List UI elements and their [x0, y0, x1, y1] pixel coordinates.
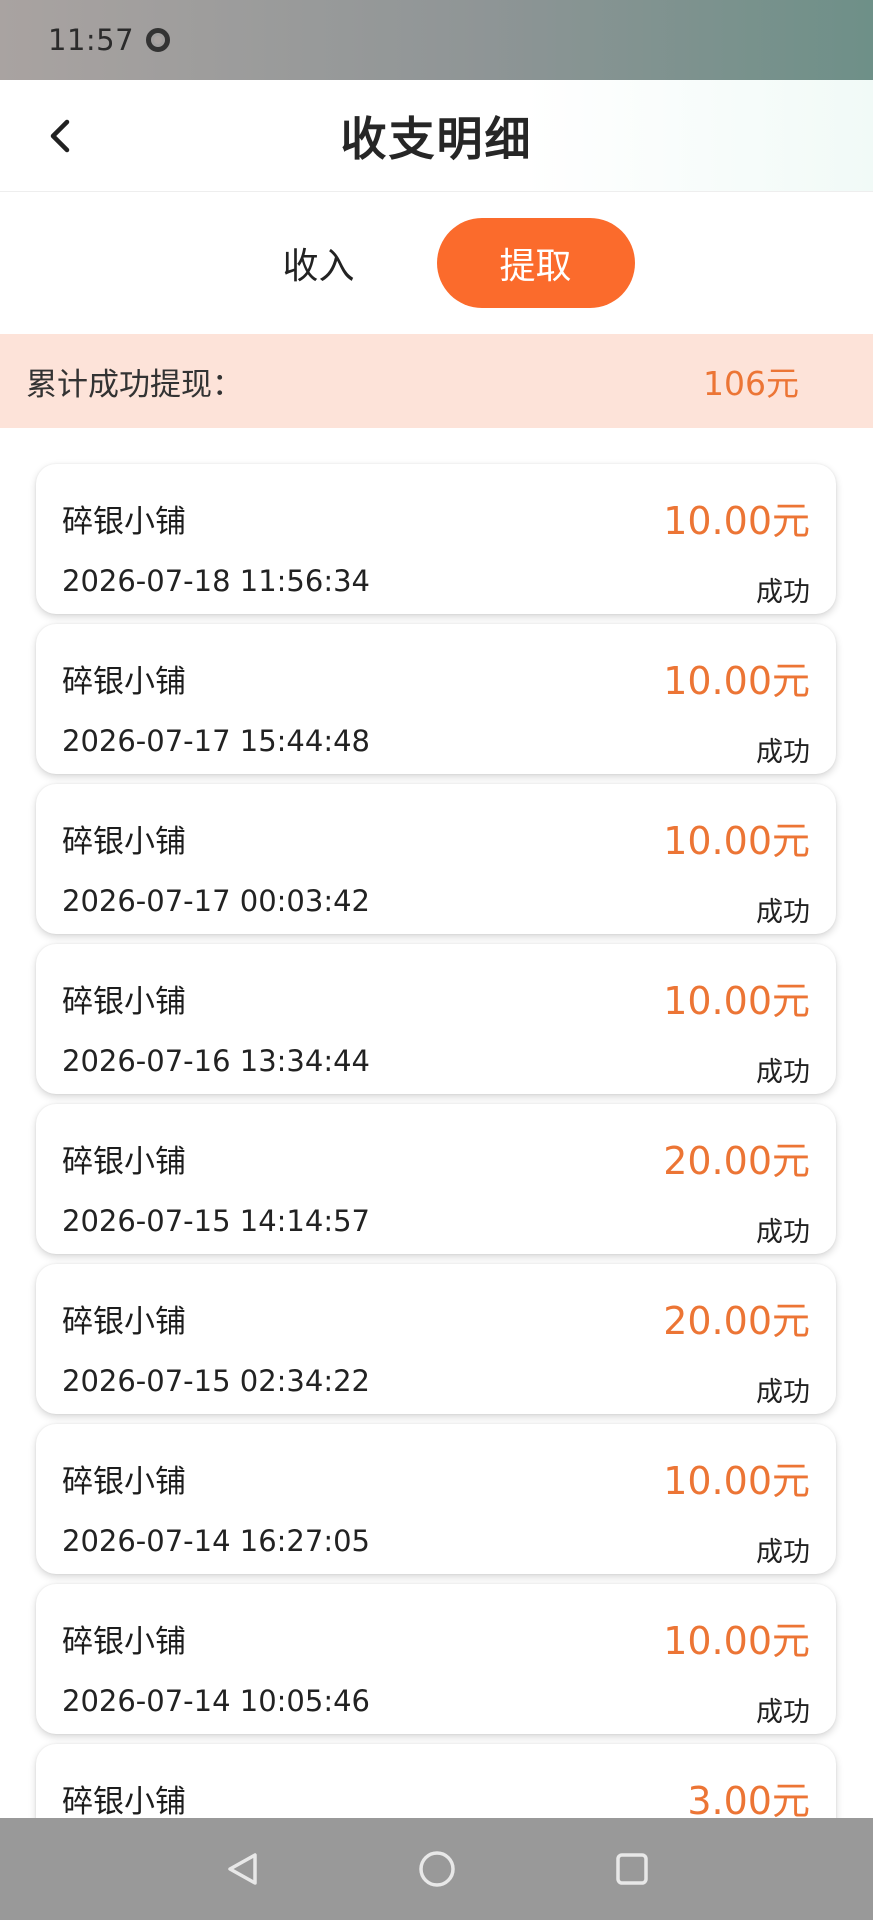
tab-withdraw[interactable]: 提取 — [436, 218, 635, 308]
record-shop: 碎银小铺 — [62, 1304, 186, 1340]
back-button[interactable] — [30, 104, 90, 168]
record-shop: 碎银小铺 — [62, 1464, 186, 1500]
record-amount: 10.00元 — [663, 499, 810, 543]
triangle-back-icon — [227, 1853, 257, 1885]
record-amount: 20.00元 — [663, 1139, 810, 1183]
record-datetime: 2026-07-15 02:34:22 — [62, 1364, 370, 1398]
record-shop: 碎银小铺 — [62, 1624, 186, 1660]
record-card[interactable]: 碎银小铺 10.00元 2026-07-16 13:34:44 成功 — [36, 944, 836, 1094]
record-status: 成功 — [756, 897, 810, 928]
record-datetime: 2026-07-15 14:14:57 — [62, 1204, 370, 1238]
tab-bar: 收入 提取 — [0, 192, 873, 334]
record-amount: 20.00元 — [663, 1299, 810, 1343]
record-shop: 碎银小铺 — [62, 664, 186, 700]
record-status: 成功 — [756, 1537, 810, 1568]
record-amount: 10.00元 — [663, 819, 810, 863]
record-card[interactable]: 碎银小铺 10.00元 2026-07-14 10:05:46 成功 — [36, 1584, 836, 1734]
record-datetime: 2026-07-17 15:44:48 — [62, 724, 370, 758]
square-recents-icon — [615, 1853, 648, 1885]
record-amount: 10.00元 — [663, 1619, 810, 1663]
record-shop: 碎银小铺 — [62, 984, 186, 1020]
record-status: 成功 — [756, 1697, 810, 1728]
nav-home-button[interactable] — [407, 1839, 467, 1899]
summary-value: 106元 — [703, 364, 799, 403]
record-status: 成功 — [756, 577, 810, 608]
record-amount: 3.00元 — [687, 1779, 810, 1823]
sync-status-icon — [146, 28, 171, 52]
record-datetime: 2026-07-14 16:27:05 — [62, 1524, 370, 1558]
record-amount: 10.00元 — [663, 1459, 810, 1503]
record-datetime: 2026-07-17 00:03:42 — [62, 884, 370, 918]
record-card[interactable]: 碎银小铺 10.00元 2026-07-14 16:27:05 成功 — [36, 1424, 836, 1574]
record-amount: 10.00元 — [663, 979, 810, 1023]
record-amount: 10.00元 — [663, 659, 810, 703]
status-time: 11:57 — [48, 23, 135, 57]
system-nav-bar — [0, 1818, 873, 1920]
record-card[interactable]: 碎银小铺 20.00元 2026-07-15 02:34:22 成功 — [36, 1264, 836, 1414]
record-list: 碎银小铺 10.00元 2026-07-18 11:56:34 成功 碎银小铺 … — [36, 464, 836, 1904]
record-shop: 碎银小铺 — [62, 1784, 186, 1820]
page-title: 收支明细 — [340, 111, 533, 166]
record-shop: 碎银小铺 — [62, 504, 186, 540]
record-status: 成功 — [756, 1217, 810, 1248]
record-card[interactable]: 碎银小铺 10.00元 2026-07-17 00:03:42 成功 — [36, 784, 836, 934]
status-bar: 11:57 — [0, 0, 873, 80]
record-shop: 碎银小铺 — [62, 824, 186, 860]
record-status: 成功 — [756, 1377, 810, 1408]
nav-recents-button[interactable] — [602, 1839, 662, 1899]
record-status: 成功 — [756, 737, 810, 768]
circle-home-icon — [418, 1851, 455, 1887]
withdraw-summary: 累计成功提现： 106元 — [0, 334, 873, 428]
header: 收支明细 — [0, 80, 873, 192]
record-datetime: 2026-07-18 11:56:34 — [62, 564, 370, 598]
record-card[interactable]: 碎银小铺 20.00元 2026-07-15 14:14:57 成功 — [36, 1104, 836, 1254]
tab-income[interactable]: 收入 — [239, 218, 399, 308]
chevron-left-icon — [50, 119, 70, 153]
record-status: 成功 — [756, 1057, 810, 1088]
record-card[interactable]: 碎银小铺 10.00元 2026-07-18 11:56:34 成功 — [36, 464, 836, 614]
record-datetime: 2026-07-14 10:05:46 — [62, 1684, 370, 1718]
record-card[interactable]: 碎银小铺 10.00元 2026-07-17 15:44:48 成功 — [36, 624, 836, 774]
nav-back-button[interactable] — [212, 1839, 272, 1899]
record-shop: 碎银小铺 — [62, 1144, 186, 1180]
record-datetime: 2026-07-16 13:34:44 — [62, 1044, 370, 1078]
summary-label: 累计成功提现： — [26, 366, 243, 403]
